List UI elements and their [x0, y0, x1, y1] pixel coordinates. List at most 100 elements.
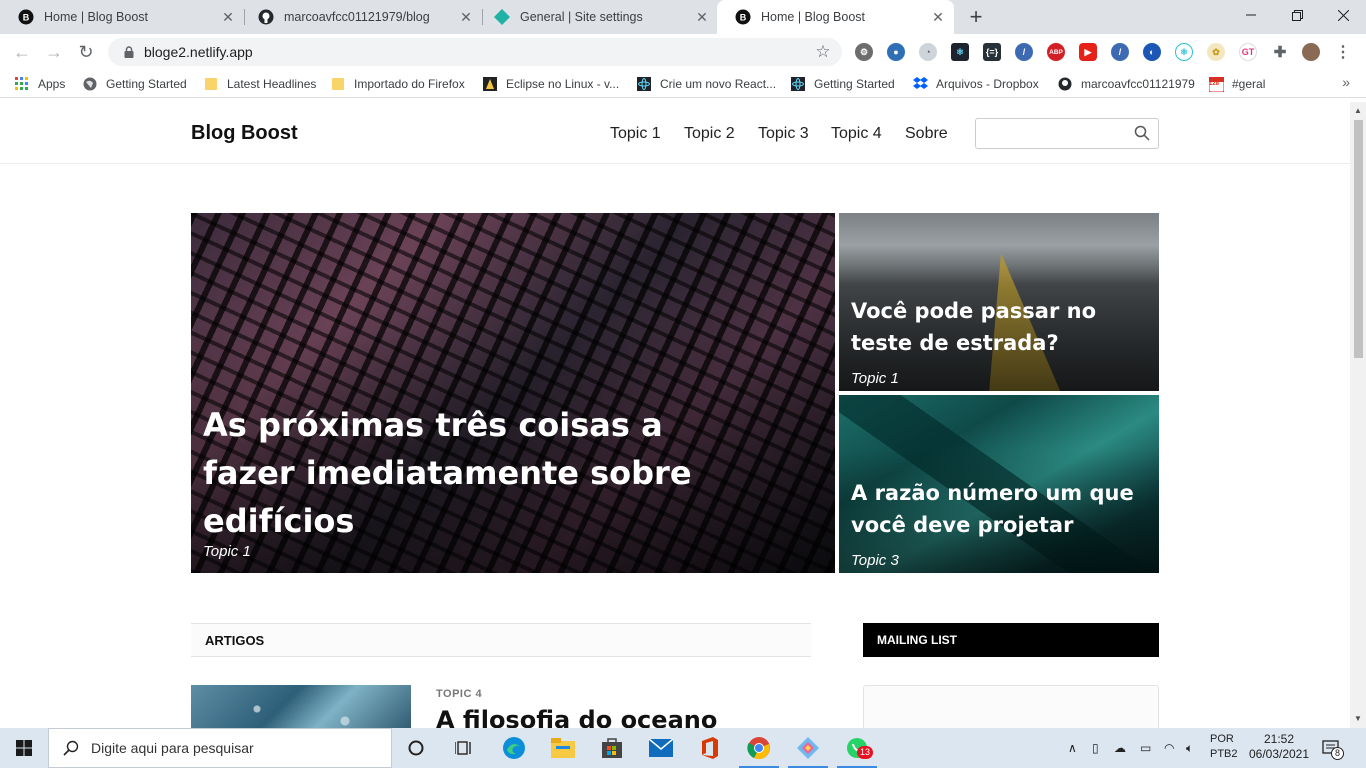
- react-extension-icon[interactable]: ⚛: [1175, 43, 1193, 61]
- timer-extension-icon[interactable]: ◔: [919, 43, 937, 61]
- folder-icon: [203, 76, 219, 92]
- svg-text:B: B: [23, 13, 30, 23]
- bookmark-getting-started[interactable]: Getting Started: [82, 75, 187, 93]
- chrome-icon[interactable]: [745, 734, 773, 762]
- bookmarks-overflow-icon[interactable]: »: [1342, 74, 1350, 90]
- post-title[interactable]: A filosofia do oceano: [436, 706, 717, 728]
- system-clock[interactable]: 21:52 06/03/2021: [1248, 732, 1310, 762]
- hero-side1-topic[interactable]: Topic 1: [851, 370, 899, 387]
- bookmark-star-icon[interactable]: ☆: [810, 42, 836, 62]
- bookmark-dropbox[interactable]: Arquivos - Dropbox: [912, 75, 1039, 93]
- hero-side2-topic[interactable]: Topic 3: [851, 552, 899, 569]
- reload-icon[interactable]: ↻: [72, 38, 100, 66]
- bookmark-eclipse-linux[interactable]: Eclipse no Linux - v...: [482, 75, 619, 93]
- url-text[interactable]: bloge2.netlify.app: [144, 44, 810, 60]
- bookmark-apps[interactable]: Apps: [14, 75, 65, 93]
- hero-side1-title[interactable]: Você pode passar no teste de estrada?: [851, 295, 1151, 359]
- onedrive-icon[interactable]: ☁: [1114, 728, 1126, 768]
- hero-side-post-2[interactable]: A razão número um que você deve projetar…: [839, 395, 1159, 573]
- site-header: Blog Boost Topic 1 Topic 2 Topic 3 Topic…: [0, 102, 1350, 164]
- office-icon[interactable]: [696, 734, 724, 762]
- site-brand[interactable]: Blog Boost: [191, 122, 298, 145]
- restore-icon[interactable]: [1274, 0, 1320, 30]
- nav-topic-4[interactable]: Topic 4: [831, 125, 882, 143]
- close-tab-icon[interactable]: ✕: [928, 7, 948, 27]
- nav-topic-1[interactable]: Topic 1: [610, 125, 661, 143]
- edit-extension-icon[interactable]: /: [1015, 43, 1033, 61]
- close-tab-icon[interactable]: ✕: [692, 7, 712, 27]
- b-circle-icon: B: [735, 9, 751, 25]
- hero-main-topic[interactable]: Topic 1: [203, 543, 251, 560]
- scrollbar-thumb[interactable]: [1354, 120, 1363, 358]
- clock-extension-icon[interactable]: ◐: [1143, 43, 1161, 61]
- nav-topic-2[interactable]: Topic 2: [684, 125, 735, 143]
- post-thumbnail-ocean[interactable]: [191, 685, 411, 728]
- task-view-icon[interactable]: [450, 734, 478, 762]
- react-icon: [790, 76, 806, 92]
- address-bar[interactable]: bloge2.netlify.app ☆: [108, 38, 842, 66]
- mail-icon[interactable]: [647, 734, 675, 762]
- adblock-plus-extension-icon[interactable]: ABP: [1047, 43, 1065, 61]
- notification-center-icon[interactable]: 8: [1322, 728, 1345, 768]
- bookmark-geral[interactable]: 128 #geral: [1208, 75, 1265, 93]
- nav-sobre[interactable]: Sobre: [905, 125, 948, 143]
- bookmark-crie-react[interactable]: Crie um novo React...: [636, 75, 776, 93]
- menu-kebab-icon[interactable]: ⋮: [1334, 43, 1352, 61]
- hero-featured-post[interactable]: As próximas três coisas a fazer imediata…: [191, 213, 835, 573]
- gt-extension-icon[interactable]: GT: [1239, 43, 1257, 61]
- language-indicator[interactable]: POR PTB2: [1210, 732, 1238, 762]
- edge-browser-icon[interactable]: [500, 734, 528, 762]
- settings-gear-extension-icon[interactable]: ⚙: [855, 43, 873, 61]
- wifi-icon[interactable]: ◠: [1164, 728, 1174, 768]
- tab-blog-boost-active[interactable]: B Home | Blog Boost ✕: [717, 0, 954, 34]
- volume-icon[interactable]: 🔈︎: [1186, 728, 1193, 768]
- bookmark-getting-started-2[interactable]: Getting Started: [790, 75, 895, 93]
- folder-icon: [330, 76, 346, 92]
- whatsapp-icon[interactable]: 13: [843, 734, 874, 762]
- hero-side-post-1[interactable]: Você pode passar no teste de estrada? To…: [839, 213, 1159, 391]
- bookmark-label: Crie um novo React...: [660, 77, 777, 91]
- globe-extension-icon[interactable]: ●: [887, 43, 905, 61]
- scroll-up-icon[interactable]: ▲: [1354, 106, 1362, 115]
- scroll-down-icon[interactable]: ▼: [1354, 714, 1362, 723]
- forward-icon[interactable]: →: [40, 38, 68, 66]
- close-tab-icon[interactable]: ✕: [456, 7, 476, 27]
- hero-side2-title[interactable]: A razão número um que você deve projetar: [851, 477, 1151, 541]
- flower-extension-icon[interactable]: ✿: [1207, 43, 1225, 61]
- close-tab-icon[interactable]: ✕: [218, 7, 238, 27]
- show-hidden-icons[interactable]: ∧: [1068, 728, 1077, 768]
- microsoft-store-icon[interactable]: [598, 734, 626, 762]
- tab-blog-boost-1[interactable]: B Home | Blog Boost ✕: [0, 0, 244, 34]
- windows-start-icon[interactable]: [0, 728, 48, 768]
- b-circle-icon: B: [18, 9, 34, 25]
- file-explorer-icon[interactable]: [549, 734, 577, 762]
- bookmark-label: Getting Started: [814, 77, 895, 91]
- tab-github[interactable]: marcoavfcc01121979/blog ✕: [240, 0, 482, 34]
- dev-tool-app-icon[interactable]: [794, 734, 822, 762]
- search-icon[interactable]: [1134, 125, 1150, 146]
- page-scrollbar[interactable]: ▲ ▼: [1350, 102, 1366, 728]
- bookmark-github[interactable]: marcoavfcc01121979: [1057, 75, 1195, 93]
- extensions-puzzle-icon[interactable]: ✚: [1271, 43, 1289, 61]
- usb-device-icon[interactable]: ▯: [1092, 728, 1099, 768]
- taskbar-search-input[interactable]: Digite aqui para pesquisar: [48, 728, 392, 768]
- youtube-extension-icon[interactable]: ▶: [1079, 43, 1097, 61]
- profile-avatar[interactable]: [1302, 43, 1320, 61]
- tab-netlify[interactable]: General | Site settings ✕: [476, 0, 718, 34]
- battery-icon[interactable]: ▭: [1140, 728, 1151, 768]
- minimize-icon[interactable]: [1228, 0, 1274, 30]
- new-tab-icon[interactable]: +: [964, 4, 988, 29]
- back-icon[interactable]: ←: [8, 38, 36, 66]
- pen-extension-icon[interactable]: /: [1111, 43, 1129, 61]
- react-devtools-extension-icon[interactable]: ⚛: [951, 43, 969, 61]
- nav-topic-3[interactable]: Topic 3: [758, 125, 809, 143]
- bookmark-importado-firefox[interactable]: Importado do Firefox: [330, 75, 465, 93]
- hero-main-title[interactable]: As próximas três coisas a fazer imediata…: [203, 401, 703, 545]
- bookmark-latest-headlines[interactable]: Latest Headlines: [203, 75, 316, 93]
- post-topic-label[interactable]: TOPIC 4: [436, 688, 482, 700]
- cortana-icon[interactable]: [402, 734, 430, 762]
- site-search-input[interactable]: [975, 118, 1159, 149]
- json-extension-icon[interactable]: {=}: [983, 43, 1001, 61]
- close-window-icon[interactable]: [1320, 0, 1366, 30]
- bookmarks-bar: Apps Getting Started Latest Headlines Im…: [0, 70, 1366, 98]
